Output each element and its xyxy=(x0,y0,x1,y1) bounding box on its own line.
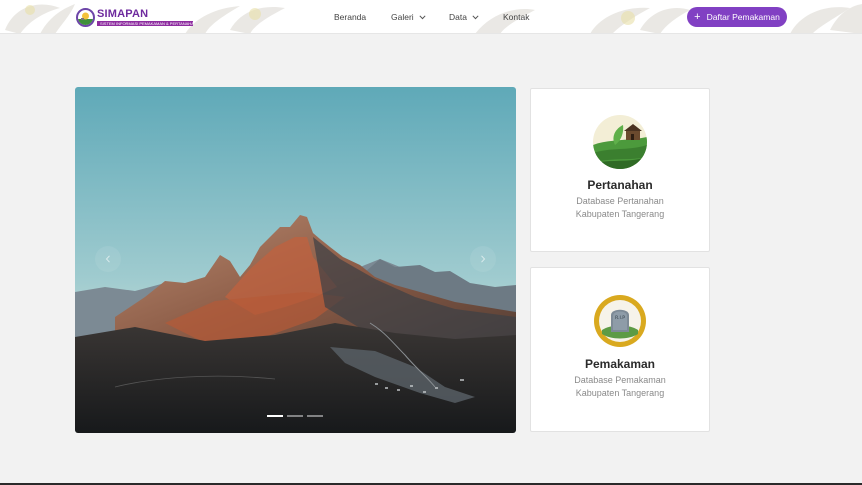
nav-data-label: Data xyxy=(449,12,467,22)
card-pertanahan[interactable]: Pertanahan Database Pertanahan Kabupaten… xyxy=(530,88,710,252)
carousel-indicators xyxy=(267,415,327,417)
card-pertanahan-title: Pertanahan xyxy=(587,178,653,192)
carousel-indicator-3[interactable] xyxy=(307,415,323,417)
carousel-indicator-1[interactable] xyxy=(267,415,283,417)
chevron-down-icon xyxy=(419,14,426,19)
card-pertanahan-desc-line1: Database Pertanahan xyxy=(576,196,664,206)
daftar-pemakaman-label: Daftar Pemakaman xyxy=(706,12,780,22)
nav-data[interactable]: Data xyxy=(449,0,479,33)
card-pertanahan-description: Database Pertanahan Kabupaten Tangerang xyxy=(576,195,664,221)
nav-kontak[interactable]: Kontak xyxy=(503,0,530,33)
carousel-indicator-2[interactable] xyxy=(287,415,303,417)
nav-kontak-label: Kontak xyxy=(503,12,530,22)
farmland-icon xyxy=(593,115,647,169)
card-pemakaman-desc-line2: Kabupaten Tangerang xyxy=(575,388,665,398)
plus-icon: + xyxy=(694,11,701,23)
mountain-landscape-image xyxy=(75,87,516,433)
card-pertanahan-desc-line2: Kabupaten Tangerang xyxy=(575,209,665,219)
nav-galeri[interactable]: Galeri xyxy=(391,0,426,33)
card-pemakaman-description: Database Pemakaman Kabupaten Tangerang xyxy=(574,374,666,400)
carousel-next-button[interactable] xyxy=(470,246,496,272)
logo-tagline: SISTEM INFORMASI PEMAKAMAN & PERTANAHAN xyxy=(97,20,193,26)
svg-text:R.I.P: R.I.P xyxy=(615,315,625,321)
carousel-prev-button[interactable] xyxy=(95,246,121,272)
daftar-pemakaman-button[interactable]: + Daftar Pemakaman xyxy=(687,7,787,27)
nav-beranda[interactable]: Beranda xyxy=(334,0,367,33)
card-pemakaman-desc-line1: Database Pemakaman xyxy=(574,375,666,385)
tombstone-icon: R.I.P xyxy=(593,294,647,348)
logo-badge-icon xyxy=(76,7,95,27)
hero-carousel[interactable] xyxy=(75,87,516,433)
chevron-left-icon xyxy=(105,255,110,263)
logo-name: SIMAPAN xyxy=(97,7,149,20)
card-pemakaman[interactable]: R.I.P Pemakaman Database Pemakaman Kabup… xyxy=(530,267,710,432)
card-pemakaman-title: Pemakaman xyxy=(584,357,656,371)
site-header: SIMAPAN SISTEM INFORMASI PEMAKAMAN & PER… xyxy=(0,0,862,34)
nav-galeri-label: Galeri xyxy=(391,12,414,22)
nav-beranda-label: Beranda xyxy=(334,12,367,22)
chevron-down-icon xyxy=(472,14,479,19)
chevron-right-icon xyxy=(481,255,486,263)
site-logo[interactable]: SIMAPAN SISTEM INFORMASI PEMAKAMAN & PER… xyxy=(76,6,193,28)
